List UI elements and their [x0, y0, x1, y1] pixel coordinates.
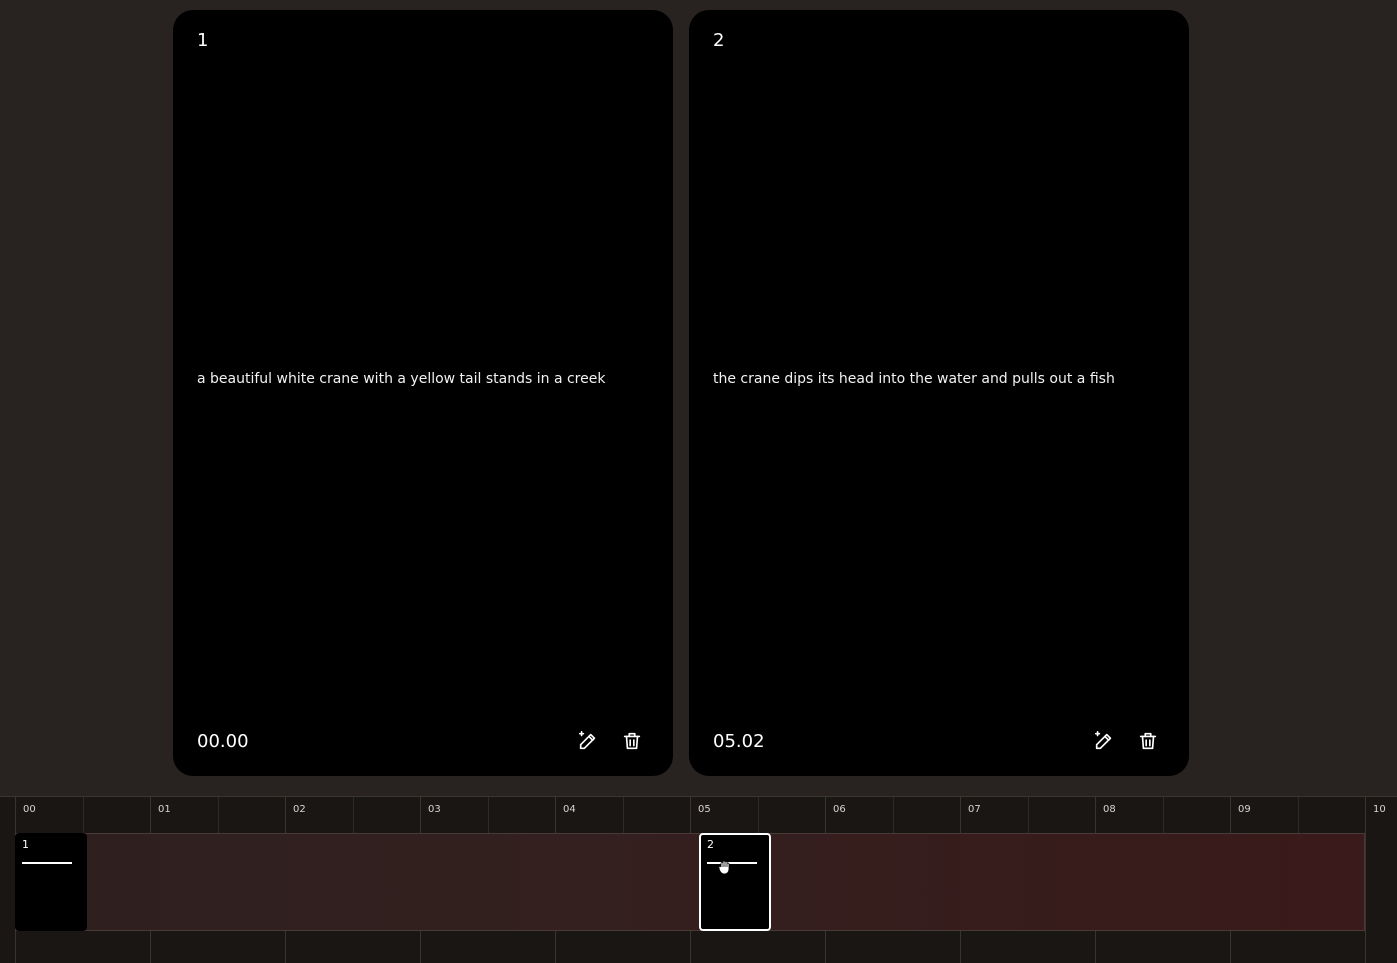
timeline-clip-1[interactable]: 1 [15, 833, 87, 931]
clip-line [22, 862, 72, 864]
scene-card-1[interactable]: 1 a beautiful white crane with a yellow … [173, 10, 673, 776]
scene-cards: 1 a beautiful white crane with a yellow … [173, 10, 1189, 776]
scene-time: 05.02 [713, 731, 765, 752]
ruler-tick-label: 01 [158, 804, 171, 815]
ruler-tick-label: 03 [428, 804, 441, 815]
magic-pencil-icon[interactable] [1093, 730, 1115, 752]
ruler-minor-tick [487, 797, 489, 834]
scene-index: 2 [713, 30, 725, 51]
timeline-ruler[interactable]: 00 01 02 03 04 05 06 07 08 09 10 [0, 796, 1397, 834]
ruler-minor-tick [757, 797, 759, 834]
ruler-minor-tick [352, 797, 354, 834]
scene-actions [577, 730, 643, 752]
scene-prompt[interactable]: the crane dips its head into the water a… [713, 371, 1165, 387]
ruler-minor-tick [1297, 797, 1299, 834]
ruler-tick-label: 07 [968, 804, 981, 815]
timeline[interactable]: 00 01 02 03 04 05 06 07 08 09 10 1 2 [0, 796, 1397, 963]
scene-index: 1 [197, 30, 209, 51]
ruler-tick-label: 10 [1373, 804, 1386, 815]
clip-line [707, 862, 757, 864]
trash-icon[interactable] [1137, 730, 1159, 752]
ruler-minor-tick [82, 797, 84, 834]
ruler-minor-tick [892, 797, 894, 834]
trash-icon[interactable] [621, 730, 643, 752]
scene-card-2[interactable]: 2 the crane dips its head into the water… [689, 10, 1189, 776]
ruler-minor-tick [1162, 797, 1164, 834]
ruler-tick-label: 08 [1103, 804, 1116, 815]
clip-index: 1 [22, 838, 29, 851]
ruler-tick-label: 00 [23, 804, 36, 815]
ruler-tick-label: 05 [698, 804, 711, 815]
ruler-minor-tick [217, 797, 219, 834]
clip-index: 2 [707, 838, 714, 851]
magic-pencil-icon[interactable] [577, 730, 599, 752]
grab-hand-icon [718, 860, 730, 875]
ruler-tick-label: 02 [293, 804, 306, 815]
ruler-tick-label: 06 [833, 804, 846, 815]
scene-actions [1093, 730, 1159, 752]
ruler-minor-tick [622, 797, 624, 834]
scene-time: 00.00 [197, 731, 249, 752]
scene-prompt[interactable]: a beautiful white crane with a yellow ta… [197, 371, 649, 387]
ruler-tick-label: 09 [1238, 804, 1251, 815]
timeline-track[interactable] [15, 833, 1365, 931]
ruler-minor-tick [1027, 797, 1029, 834]
ruler-tick-label: 04 [563, 804, 576, 815]
timeline-clip-2[interactable]: 2 [699, 833, 771, 931]
